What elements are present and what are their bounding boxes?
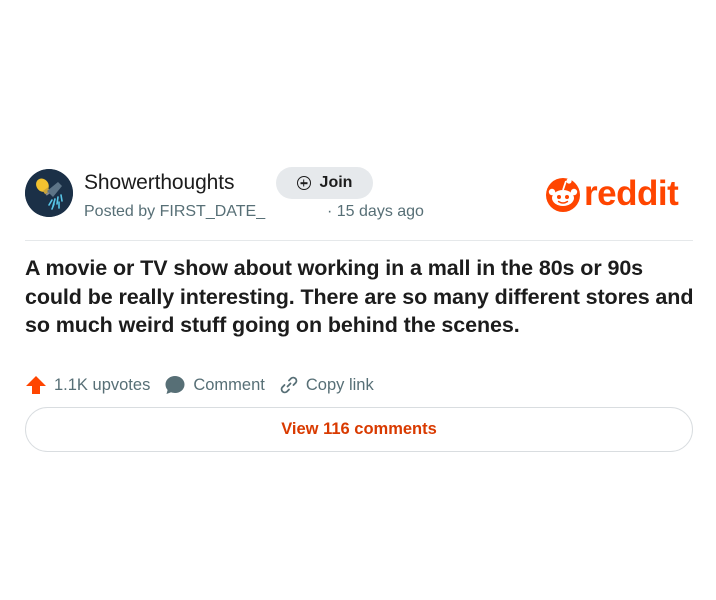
view-comments-button[interactable]: View 116 comments (25, 407, 693, 452)
link-icon (280, 376, 298, 394)
upvote-button[interactable]: 1.1K upvotes (25, 374, 150, 396)
comment-button[interactable]: Comment (164, 374, 265, 396)
copy-link-button[interactable]: Copy link (279, 375, 374, 395)
speech-bubble-icon (165, 376, 185, 394)
showerhead-lightbulb-icon (25, 169, 73, 217)
comment-label: Comment (193, 375, 265, 394)
post-card: Showerthoughts Join Posted by FIRST_DATE… (0, 0, 716, 600)
subreddit-avatar[interactable] (25, 169, 73, 217)
join-button[interactable]: Join (276, 167, 373, 199)
posted-by[interactable]: Posted by FIRST_DATE_ (84, 203, 265, 221)
post-title[interactable]: A movie or TV show about working in a ma… (25, 254, 700, 340)
upvote-count: 1.1K upvotes (54, 375, 151, 394)
copy-link-label: Copy link (305, 375, 374, 394)
reddit-wordmark: reddit (584, 174, 679, 213)
reddit-logo: reddit (544, 174, 679, 214)
plus-circle-icon (296, 176, 311, 190)
join-label: Join (319, 174, 353, 191)
divider (25, 240, 693, 241)
view-comments-label: View 116 comments (281, 420, 437, 438)
subreddit-name[interactable]: Showerthoughts (84, 171, 234, 195)
post-actions: 1.1K upvotes Comment Copy link (25, 372, 388, 398)
reddit-snoo-icon (546, 178, 580, 212)
upvote-arrow-icon (26, 376, 46, 394)
post-timestamp: · 15 days ago (327, 203, 424, 220)
